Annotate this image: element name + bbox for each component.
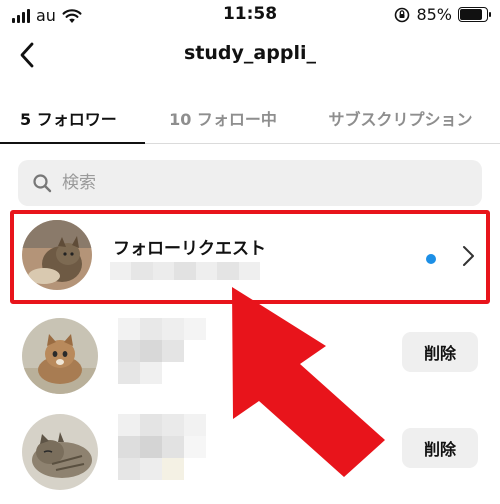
pixelated-username xyxy=(118,414,206,480)
search-input[interactable] xyxy=(62,173,462,193)
header: study_appli_ xyxy=(0,30,500,82)
search-bar[interactable] xyxy=(18,160,482,206)
follower-row[interactable]: 削除 xyxy=(0,408,500,498)
search-icon xyxy=(33,174,52,193)
battery-percent: 85% xyxy=(416,5,452,24)
orientation-lock-icon xyxy=(395,7,410,22)
tab-bar: 5 フォロワー 10 フォロー中 サブスクリプション xyxy=(0,92,500,144)
follower-row[interactable]: 削除 xyxy=(0,312,500,402)
tab-subscriptions[interactable]: サブスクリプション xyxy=(301,92,500,143)
status-bar: au 11:58 85% xyxy=(0,0,500,30)
page-title: study_appli_ xyxy=(184,42,316,64)
status-right: 85% xyxy=(394,5,491,24)
cat-photo xyxy=(22,414,98,490)
cat-photo xyxy=(22,318,98,394)
annotation-highlight-box xyxy=(10,210,490,304)
battery-fill xyxy=(460,9,483,20)
remove-follower-button[interactable]: 削除 xyxy=(402,332,478,372)
avatar xyxy=(22,414,98,490)
remove-follower-button[interactable]: 削除 xyxy=(402,428,478,468)
avatar xyxy=(22,318,98,394)
battery-icon xyxy=(458,7,491,22)
tab-followers[interactable]: 5 フォロワー xyxy=(0,92,145,144)
tab-following[interactable]: 10 フォロー中 xyxy=(145,92,301,143)
pixelated-username xyxy=(118,318,206,384)
